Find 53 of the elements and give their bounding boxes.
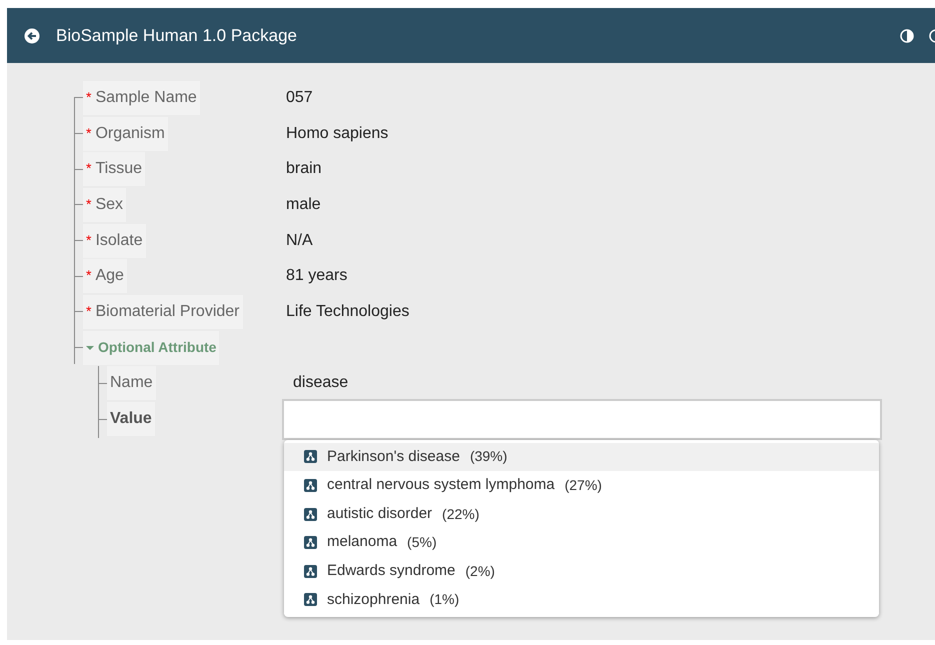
contrast-icon[interactable] [900, 28, 914, 42]
field-value: 81 years [286, 266, 348, 286]
suggestion-item[interactable]: schizophrenia (1%) [284, 586, 879, 614]
suggestion-text: schizophrenia [327, 590, 420, 610]
required-mark: * [86, 88, 92, 107]
required-mark: * [86, 194, 92, 214]
hierarchy-icon [304, 564, 317, 578]
suggestion-percent: (22%) [442, 504, 480, 524]
required-mark: * [86, 124, 92, 143]
required-mark: * [86, 159, 92, 178]
suggestion-item[interactable]: central nervous system lymphoma (27%) [284, 471, 879, 500]
field-value: Homo sapiens [286, 124, 388, 144]
field-label: Isolate [95, 230, 143, 251]
required-mark: * [86, 230, 92, 250]
suggestion-item[interactable]: autistic disorder (22%) [284, 500, 879, 528]
window-title: BioSample Human 1.0 Package [56, 24, 298, 47]
suggestion-percent: (27%) [564, 476, 602, 495]
suggestion-percent: (2%) [465, 562, 495, 581]
hierarchy-icon [304, 508, 317, 521]
suggestion-text: central nervous system lymphoma [327, 475, 555, 496]
hierarchy-icon [304, 593, 317, 606]
suggestion-percent: (1%) [430, 590, 460, 610]
suggestion-item[interactable]: Parkinson's disease (39%) [284, 442, 879, 472]
field-value: male [286, 194, 321, 215]
field-value: Life Technologies [286, 302, 410, 322]
suggestion-text: melanoma [327, 532, 398, 552]
suggestion-text: Edwards syndrome [327, 560, 456, 581]
suggestion-item[interactable]: Edwards syndrome (2%) [284, 556, 879, 586]
required-mark: * [86, 266, 92, 286]
field-label: Value [107, 402, 155, 436]
caret-icon [86, 344, 94, 352]
suggestion-item[interactable]: melanoma (5%) [284, 528, 879, 557]
field-label: Organism [95, 124, 165, 144]
suggestion-text: autistic disorder [327, 504, 432, 524]
field-label: Name [107, 366, 156, 400]
field-value: brain [286, 159, 322, 180]
field-label: Biomaterial Provider [95, 302, 240, 322]
hierarchy-icon [304, 450, 317, 464]
field-value: N/A [286, 230, 313, 251]
suggestion-percent: (5%) [407, 533, 437, 552]
field-label: Age [95, 266, 124, 286]
value-field[interactable] [282, 398, 882, 440]
field-label: Sample Name [95, 88, 197, 108]
suggestion-percent: (39%) [470, 447, 508, 466]
field-label: Tissue [95, 159, 142, 180]
back-icon[interactable] [24, 28, 40, 44]
hierarchy-icon [304, 536, 317, 550]
hierarchy-icon [304, 478, 317, 492]
field-value: disease [293, 373, 348, 394]
required-mark: * [86, 302, 92, 321]
field-label: Sex [95, 194, 124, 215]
field-value: 057 [286, 88, 313, 108]
suggestion-text: Parkinson's disease [327, 446, 460, 467]
